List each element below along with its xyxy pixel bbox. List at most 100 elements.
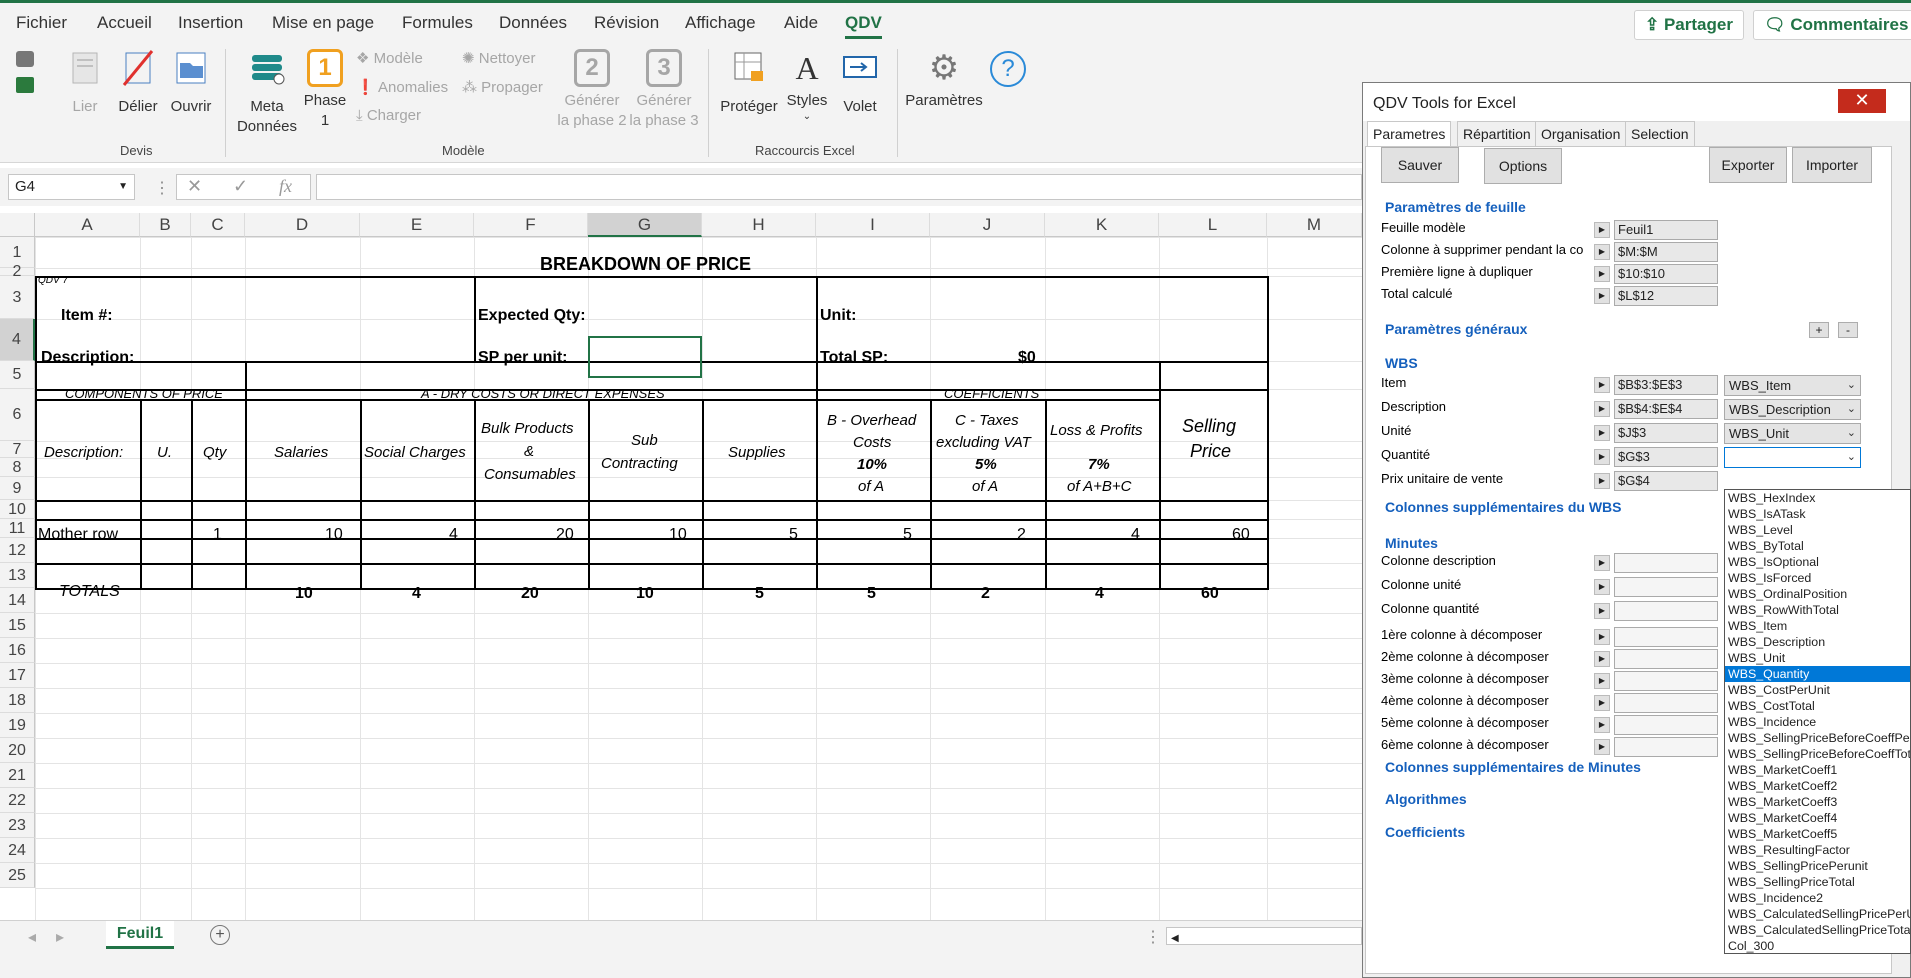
expand-arrow-icon[interactable]: ▶ — [1594, 651, 1610, 667]
row-header-20[interactable]: 20 — [0, 738, 35, 763]
column-header-b[interactable]: B — [140, 213, 191, 237]
row-header-7[interactable]: 7 — [0, 441, 35, 458]
tab-aide[interactable]: Aide — [784, 13, 818, 33]
field-col-decomposer-5[interactable] — [1614, 715, 1718, 735]
scroll-left-icon[interactable]: ◀ — [1167, 933, 1179, 944]
dropdown-option[interactable]: WBS_CostTotal — [1725, 698, 1910, 714]
column-header-a[interactable]: A — [35, 213, 140, 237]
sheet-tab-feuil1[interactable]: Feuil1 — [106, 921, 174, 949]
enter-icon[interactable]: ✓ — [233, 176, 248, 197]
field-colonne-unite[interactable] — [1614, 577, 1718, 597]
column-header-l[interactable]: L — [1159, 213, 1267, 237]
row-header-15[interactable]: 15 — [0, 613, 35, 638]
next-sheet-icon[interactable]: ▸ — [56, 927, 64, 947]
dropdown-option[interactable]: WBS_Quantity — [1725, 666, 1910, 682]
row-header-3[interactable]: 3 — [0, 276, 35, 319]
section-wbs[interactable]: WBS — [1385, 355, 1418, 371]
expand-arrow-icon[interactable]: ▶ — [1594, 425, 1610, 441]
dropdown-quantite[interactable]: ⌄ — [1724, 447, 1861, 468]
row-header-12[interactable]: 12 — [0, 538, 35, 563]
dropdown-option[interactable]: WBS_HexIndex — [1725, 490, 1910, 506]
section-algorithmes[interactable]: Algorithmes — [1385, 791, 1467, 807]
section-parametres-generaux[interactable]: Paramètres généraux — [1385, 321, 1527, 337]
tab-insertion[interactable]: Insertion — [178, 13, 243, 33]
help-icon[interactable]: ? — [990, 51, 1026, 87]
row-header-4[interactable]: 4 — [0, 319, 35, 361]
dropdown-option[interactable]: WBS_CalculatedSellingPriceTotal — [1725, 922, 1910, 938]
field-description[interactable]: $B$4:$E$4 — [1614, 399, 1718, 419]
generer-phase2-button[interactable]: 2 Générer la phase 2 — [556, 49, 628, 131]
propager-button[interactable]: ⁂ Propager — [462, 78, 543, 96]
dropdown-option[interactable]: WBS_MarketCoeff1 — [1725, 762, 1910, 778]
expand-arrow-icon[interactable]: ▶ — [1594, 473, 1610, 489]
prev-sheet-icon[interactable]: ◂ — [28, 927, 36, 947]
spreadsheet-grid[interactable]: ABCDEFGHIJKLM 1 2 3 4 5 6 7 8 9 10 11 12 13 14 15 16 17 1… — [0, 213, 1362, 925]
field-unite[interactable]: $J$3 — [1614, 423, 1718, 443]
phase1-button[interactable]: 1 Phase 1 — [302, 49, 348, 131]
tab-fichier[interactable]: Fichier — [16, 13, 67, 33]
nettoyer-button[interactable]: ✺ Nettoyer — [462, 49, 535, 67]
dropdown-option[interactable]: WBS_MarketCoeff5 — [1725, 826, 1910, 842]
options-button[interactable]: Options — [1484, 148, 1562, 184]
dropdown-option[interactable]: WBS_Unit — [1725, 650, 1910, 666]
expand-arrow-icon[interactable]: ▶ — [1594, 629, 1610, 645]
expand-arrow-icon[interactable]: ▶ — [1594, 739, 1610, 755]
expand-arrow-icon[interactable]: ▶ — [1594, 377, 1610, 393]
row-header-16[interactable]: 16 — [0, 638, 35, 663]
tab-revision[interactable]: Révision — [594, 13, 659, 33]
share-button[interactable]: ⇪ Partager — [1634, 10, 1744, 40]
tab-parametres[interactable]: Parametres — [1367, 121, 1452, 147]
column-header-d[interactable]: D — [245, 213, 360, 237]
horizontal-scrollbar[interactable]: ◀ — [1166, 927, 1362, 945]
dropdown-option[interactable]: WBS_SellingPriceTotal — [1725, 874, 1910, 890]
expand-arrow-icon[interactable]: ▶ — [1594, 695, 1610, 711]
row-header-13[interactable]: 13 — [0, 563, 35, 588]
field-feuille-modele[interactable]: Feuil1 — [1614, 220, 1718, 240]
dropdown-option[interactable]: WBS_Level — [1725, 522, 1910, 538]
dropdown-option[interactable]: WBS_MarketCoeff2 — [1725, 778, 1910, 794]
dropdown-option[interactable]: WBS_SellingPriceBeforeCoeffTotal — [1725, 746, 1910, 762]
field-colonne-quantite[interactable] — [1614, 601, 1718, 621]
dropdown-option[interactable]: WBS_IsForced — [1725, 570, 1910, 586]
row-header-6[interactable]: 6 — [0, 389, 35, 441]
dropdown-option[interactable]: WBS_ByTotal — [1725, 538, 1910, 554]
column-header-i[interactable]: I — [816, 213, 930, 237]
dropdown-option[interactable]: WBS_CalculatedSellingPricePerUnit — [1725, 906, 1910, 922]
generer-phase3-button[interactable]: 3 Générer la phase 3 — [628, 49, 700, 131]
field-col-decomposer-2[interactable] — [1614, 649, 1718, 669]
row-header-11[interactable]: 11 — [0, 519, 35, 538]
dropdown-option[interactable]: WBS_IsATask — [1725, 506, 1910, 522]
add-sheet-icon[interactable]: + — [210, 925, 230, 945]
row-header-19[interactable]: 19 — [0, 713, 35, 738]
row-header-9[interactable]: 9 — [0, 477, 35, 500]
parametres-button[interactable]: ⚙ Paramètres — [904, 49, 984, 111]
row-header-24[interactable]: 24 — [0, 838, 35, 863]
expand-arrow-icon[interactable]: ▶ — [1594, 673, 1610, 689]
styles-button[interactable]: A Styles ⌄ — [782, 49, 832, 123]
sheet-small-icon[interactable] — [16, 77, 34, 93]
row-header-8[interactable]: 8 — [0, 458, 35, 477]
column-header-h[interactable]: H — [702, 213, 816, 237]
tab-repartition[interactable]: Répartition — [1457, 121, 1537, 147]
expand-arrow-icon[interactable]: ▶ — [1594, 401, 1610, 417]
cancel-icon[interactable]: ✕ — [187, 176, 202, 197]
expand-arrow-icon[interactable]: ▶ — [1594, 288, 1610, 304]
row-header-25[interactable]: 25 — [0, 863, 35, 888]
dropdown-option[interactable]: WBS_SellingPricePerunit — [1725, 858, 1910, 874]
field-colonne-supprimer[interactable]: $M:$M — [1614, 242, 1718, 262]
dropdown-option[interactable]: WBS_CostPerUnit — [1725, 682, 1910, 698]
tab-mise-en-page[interactable]: Mise en page — [272, 13, 374, 33]
dropdown-option[interactable]: WBS_RowWithTotal — [1725, 602, 1910, 618]
section-colonnes-wbs[interactable]: Colonnes supplémentaires du WBS — [1385, 499, 1621, 515]
sauver-button[interactable]: Sauver — [1381, 147, 1459, 183]
ouvrir-button[interactable]: Ouvrir — [165, 49, 217, 117]
field-colonne-description[interactable] — [1614, 553, 1718, 573]
field-quantite[interactable]: $G$3 — [1614, 447, 1718, 467]
row-header-14[interactable]: 14 — [0, 588, 35, 613]
dropdown-option[interactable]: WBS_MarketCoeff4 — [1725, 810, 1910, 826]
expand-arrow-icon[interactable]: ▶ — [1594, 579, 1610, 595]
section-coefficients[interactable]: Coefficients — [1385, 824, 1465, 840]
formula-input[interactable] — [316, 174, 1362, 200]
tab-qdv[interactable]: QDV — [845, 13, 882, 39]
close-icon[interactable]: ✕ — [1838, 89, 1886, 113]
